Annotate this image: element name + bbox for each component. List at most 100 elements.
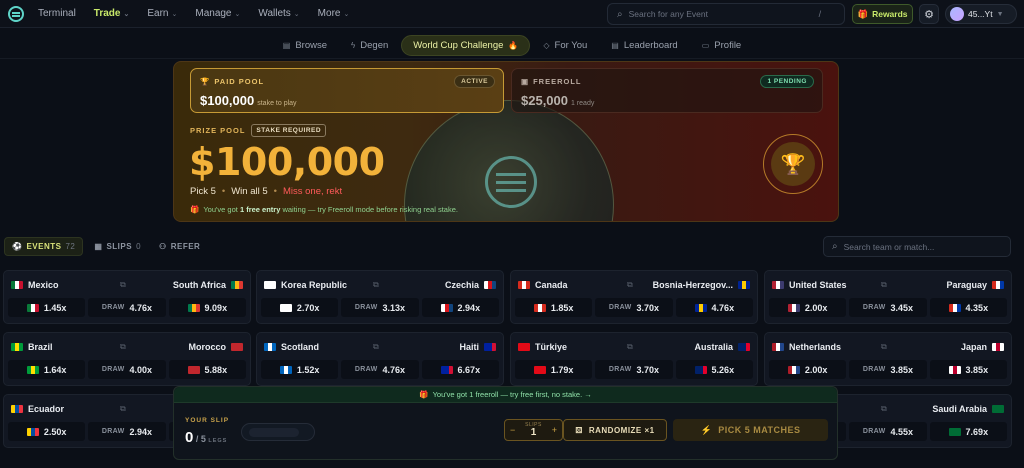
odds-value: 2.50x bbox=[43, 426, 67, 437]
home-odds-button[interactable]: 1.64x bbox=[8, 360, 86, 379]
external-link-icon[interactable]: ⧉ bbox=[120, 280, 126, 290]
nav-item-trade[interactable]: Trade ⌄ bbox=[94, 8, 130, 19]
flag-icon bbox=[787, 303, 800, 312]
external-link-icon[interactable]: ⧉ bbox=[373, 342, 379, 352]
match-teams: Türkiye Australia bbox=[518, 341, 750, 353]
tab-events[interactable]: ⚽ EVENTS 72 bbox=[4, 237, 84, 256]
match-card[interactable]: Brazil Morocco ⧉ 1.64x DRAW 4.00x 5.88x bbox=[3, 332, 251, 386]
chevron-down-icon: ▼ bbox=[996, 10, 1004, 18]
home-odds-button[interactable]: 2.70x bbox=[261, 298, 339, 317]
home-team: Korea Republic bbox=[264, 280, 347, 290]
draw-odds-button[interactable]: DRAW 3.45x bbox=[849, 298, 927, 317]
away-team: South Africa bbox=[173, 280, 243, 290]
tab-world-cup-challenge[interactable]: World Cup Challenge 🔥 bbox=[401, 35, 531, 56]
away-odds-button[interactable]: 3.85x bbox=[929, 360, 1007, 379]
search-icon: ⌕ bbox=[832, 241, 838, 252]
away-odds-button[interactable]: 6.67x bbox=[421, 360, 499, 379]
tab-leaderboard[interactable]: ▤ Leaderboard bbox=[600, 36, 688, 55]
home-odds-button[interactable]: 1.52x bbox=[261, 360, 339, 379]
slips-stepper[interactable]: − SLIPS 1 + bbox=[504, 419, 563, 441]
away-odds-button[interactable]: 2.94x bbox=[421, 298, 499, 317]
nav-item-wallets[interactable]: Wallets ⌄ bbox=[258, 8, 299, 19]
match-search[interactable]: ⌕ bbox=[823, 236, 1011, 257]
draw-odds-button[interactable]: DRAW 2.94x bbox=[88, 422, 166, 441]
away-odds-button[interactable]: 5.88x bbox=[168, 360, 246, 379]
match-card[interactable]: Scotland Haiti ⧉ 1.52x DRAW 4.76x 6.67x bbox=[256, 332, 504, 386]
draw-odds-button[interactable]: DRAW 3.85x bbox=[849, 360, 927, 379]
home-team: Canada bbox=[518, 280, 568, 290]
tab-for-you[interactable]: ◇ For You bbox=[532, 36, 598, 55]
tab-profile[interactable]: ▭ Profile bbox=[691, 36, 753, 55]
rewards-button[interactable]: 🎁 Rewards bbox=[852, 4, 913, 24]
plus-button[interactable]: + bbox=[552, 425, 557, 435]
match-card[interactable]: Mexico South Africa ⧉ 1.45x DRAW 4.76x 9.09x bbox=[3, 270, 251, 324]
external-link-icon[interactable]: ⧉ bbox=[881, 280, 887, 290]
match-card[interactable]: United States Paraguay ⧉ 2.00x DRAW 3.45x 4.35… bbox=[764, 270, 1012, 324]
home-odds-button[interactable]: 1.85x bbox=[515, 298, 593, 317]
away-odds-button[interactable]: 9.09x bbox=[168, 298, 246, 317]
match-card[interactable]: Korea Republic Czechia ⧉ 2.70x DRAW 3.13x 2.94… bbox=[256, 270, 504, 324]
away-odds-button[interactable]: 7.69x bbox=[929, 422, 1007, 441]
randomize-button[interactable]: ⚄ RANDOMIZE ×1 bbox=[563, 419, 667, 441]
draw-odds-button[interactable]: DRAW 4.76x bbox=[341, 360, 419, 379]
tab-slips[interactable]: ▦ SLIPS 0 bbox=[87, 237, 148, 256]
tag-icon: ◇ bbox=[543, 41, 550, 50]
external-link-icon[interactable]: ⧉ bbox=[881, 404, 887, 414]
tab-degen[interactable]: ϟ Degen bbox=[340, 36, 399, 55]
chevron-down-icon: ⌄ bbox=[123, 10, 130, 18]
home-team-name: Canada bbox=[535, 280, 568, 290]
tab-label: SLIPS bbox=[106, 242, 133, 251]
external-link-icon[interactable]: ⧉ bbox=[373, 280, 379, 290]
home-odds-button[interactable]: 1.79x bbox=[515, 360, 593, 379]
nav-item-manage[interactable]: Manage ⌄ bbox=[195, 8, 240, 19]
event-search-input[interactable] bbox=[628, 9, 819, 19]
external-link-icon[interactable]: ⧉ bbox=[627, 280, 633, 290]
home-odds-button[interactable]: 2.00x bbox=[769, 360, 847, 379]
home-odds-button[interactable]: 2.00x bbox=[769, 298, 847, 317]
draw-odds-button[interactable]: DRAW 4.76x bbox=[88, 298, 166, 317]
external-link-icon[interactable]: ⧉ bbox=[881, 342, 887, 352]
free-entry-note[interactable]: 🎁 You've got 1 free entry waiting — try … bbox=[190, 205, 458, 214]
away-flag-icon bbox=[231, 343, 243, 351]
home-odds-button[interactable]: 1.45x bbox=[8, 298, 86, 317]
logo-icon[interactable] bbox=[8, 5, 24, 22]
home-odds-button[interactable]: 2.50x bbox=[8, 422, 86, 441]
rewards-label: Rewards bbox=[872, 9, 908, 19]
odds-row: 1.79x DRAW 3.70x 5.26x bbox=[515, 360, 753, 379]
match-card[interactable]: Canada Bosnia-Herzegov... ⧉ 1.85x DRAW 3.70x 4… bbox=[510, 270, 758, 324]
home-team-name: Türkiye bbox=[535, 342, 568, 352]
account-button[interactable]: 45...Yt ▼ bbox=[945, 4, 1017, 24]
draw-odds-button[interactable]: DRAW 4.00x bbox=[88, 360, 166, 379]
home-flag-icon bbox=[772, 343, 784, 351]
away-odds-button[interactable]: 5.26x bbox=[675, 360, 753, 379]
external-link-icon[interactable]: ⧉ bbox=[120, 404, 126, 414]
tab-refer[interactable]: ⚇ REFER bbox=[152, 237, 211, 256]
freeroll-status-badge: 1 PENDING bbox=[760, 75, 814, 88]
match-card[interactable]: Türkiye Australia ⧉ 1.79x DRAW 3.70x 5.26x bbox=[510, 332, 758, 386]
external-link-icon[interactable]: ⧉ bbox=[627, 342, 633, 352]
external-link-icon[interactable]: ⧉ bbox=[120, 342, 126, 352]
freeroll-banner[interactable]: 🎁 You've got 1 freeroll — try free first… bbox=[174, 387, 837, 403]
match-card[interactable]: Netherlands Japan ⧉ 2.00x DRAW 3.85x 3.85x bbox=[764, 332, 1012, 386]
away-odds-button[interactable]: 4.76x bbox=[675, 298, 753, 317]
freeroll-card[interactable]: ▣ FREEROLL 1 PENDING $25,000 1 ready bbox=[511, 68, 823, 113]
nav-item-terminal[interactable]: Terminal bbox=[38, 8, 76, 19]
match-search-input[interactable] bbox=[843, 241, 1004, 252]
draw-odds-button[interactable]: DRAW 3.70x bbox=[595, 360, 673, 379]
avatar bbox=[950, 7, 964, 21]
draw-odds-button[interactable]: DRAW 4.55x bbox=[849, 422, 927, 441]
event-search[interactable]: ⌕ / bbox=[607, 3, 845, 25]
paid-pool-card[interactable]: 🏆 PAID POOL ACTIVE $100,000 stake to play bbox=[190, 68, 504, 113]
sub-navigation: ▤ Browse ϟ Degen World Cup Challenge 🔥 ◇ For Yo… bbox=[0, 33, 1024, 59]
away-odds-button[interactable]: 4.35x bbox=[929, 298, 1007, 317]
flag-icon bbox=[279, 365, 292, 374]
draw-odds-button[interactable]: DRAW 3.13x bbox=[341, 298, 419, 317]
nav-item-earn[interactable]: Earn ⌄ bbox=[147, 8, 177, 19]
pick-matches-button[interactable]: ⚡ PICK 5 MATCHES bbox=[673, 419, 828, 441]
minus-button[interactable]: − bbox=[510, 425, 515, 435]
draw-odds-button[interactable]: DRAW 3.70x bbox=[595, 298, 673, 317]
nav-item-more[interactable]: More ⌄ bbox=[318, 8, 350, 19]
settings-button[interactable]: ⚙ bbox=[919, 4, 939, 24]
tab-browse[interactable]: ▤ Browse bbox=[272, 36, 338, 55]
search-shortcut-hint: / bbox=[818, 9, 822, 19]
